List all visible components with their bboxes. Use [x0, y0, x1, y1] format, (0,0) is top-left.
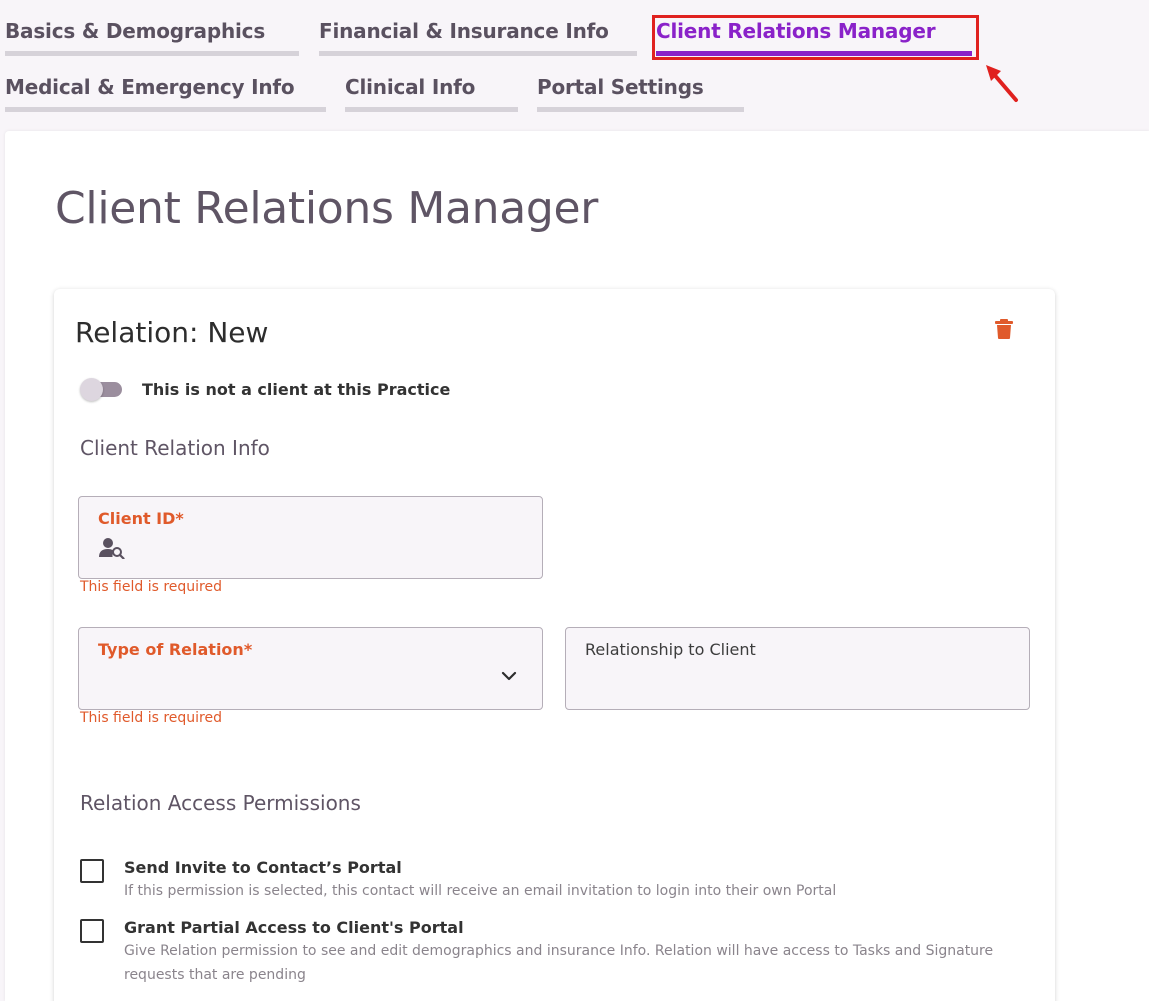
tab-basics-demographics[interactable]: Basics & Demographics: [0, 0, 299, 56]
tab-label: Financial & Insurance Info: [319, 19, 609, 43]
type-of-relation-label: Type of Relation*: [98, 640, 253, 659]
grant-partial-access-description: Give Relation permission to see and edit…: [124, 943, 994, 983]
grant-partial-access-title: Grant Partial Access to Client's Portal: [124, 918, 464, 937]
client-id-label: Client ID*: [98, 509, 184, 528]
toggle-knob: [80, 378, 103, 401]
tab-underline: [345, 107, 518, 112]
send-invite-title: Send Invite to Contact’s Portal: [124, 858, 402, 877]
arrow-annotation-icon: [986, 65, 1018, 102]
tab-label: Medical & Emergency Info: [5, 75, 295, 99]
tab-label: Portal Settings: [537, 75, 704, 99]
type-of-relation-error: This field is required: [80, 710, 223, 726]
relationship-to-client-field[interactable]: Relationship to Client: [565, 627, 1030, 710]
client-id-field[interactable]: Client ID*: [78, 496, 543, 579]
tab-underline: [537, 107, 744, 112]
person-search-icon[interactable]: [99, 537, 125, 559]
chevron-down-icon: [501, 671, 517, 681]
section-heading-access-permissions: Relation Access Permissions: [80, 791, 361, 815]
highlight-box: [652, 15, 979, 60]
tab-medical-emergency[interactable]: Medical & Emergency Info: [0, 56, 326, 112]
send-invite-checkbox[interactable]: [80, 859, 104, 883]
main-panel: Client Relations Manager Relation: New T…: [5, 131, 1149, 1001]
not-client-toggle-label: This is not a client at this Practice: [142, 380, 451, 399]
relationship-to-client-label: Relationship to Client: [585, 640, 756, 659]
section-heading-client-relation-info: Client Relation Info: [80, 436, 270, 460]
send-invite-description: If this permission is selected, this con…: [124, 883, 837, 899]
tab-label: Clinical Info: [345, 75, 476, 99]
card-title: Relation: New: [75, 316, 269, 349]
grant-partial-access-checkbox[interactable]: [80, 919, 104, 943]
tab-financial-insurance[interactable]: Financial & Insurance Info: [314, 0, 637, 56]
not-client-toggle[interactable]: [80, 378, 124, 402]
tab-clinical-info[interactable]: Clinical Info: [340, 56, 518, 112]
type-of-relation-select[interactable]: Type of Relation*: [78, 627, 543, 710]
trash-icon[interactable]: [995, 319, 1013, 339]
tab-underline: [5, 107, 326, 112]
tab-label: Basics & Demographics: [5, 19, 266, 43]
tab-portal-settings[interactable]: Portal Settings: [532, 56, 744, 112]
page-title: Client Relations Manager: [55, 183, 599, 234]
relation-card: Relation: New This is not a client at th…: [54, 289, 1055, 1001]
tab-bar: Basics & Demographics Financial & Insura…: [0, 0, 1149, 130]
client-id-error: This field is required: [80, 579, 223, 595]
